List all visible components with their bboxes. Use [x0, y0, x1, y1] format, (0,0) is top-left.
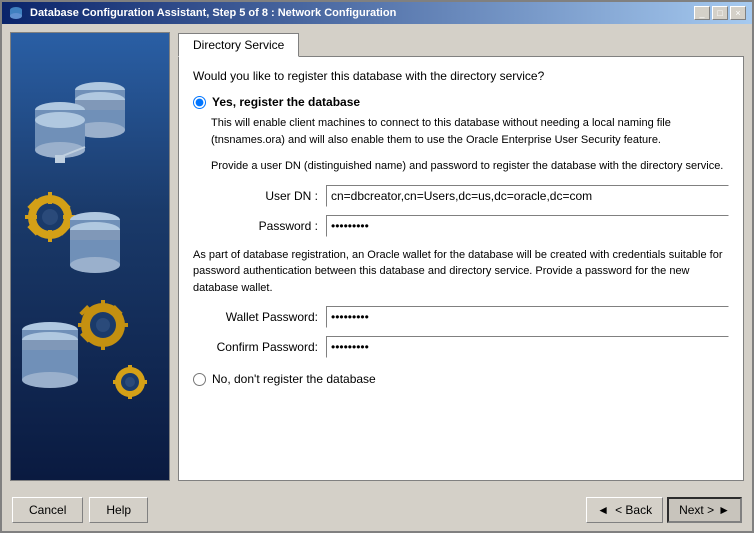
user-dn-input[interactable]	[326, 185, 729, 207]
description-dn: Provide a user DN (distinguished name) a…	[211, 158, 729, 175]
next-arrow-icon: ►	[718, 503, 730, 517]
confirm-password-label: Confirm Password:	[211, 340, 326, 354]
help-button[interactable]: Help	[89, 497, 148, 523]
radio-yes[interactable]	[193, 96, 206, 109]
bottom-bar: Cancel Help ◄ < Back Next > ►	[2, 489, 752, 531]
radio-no-option[interactable]: No, don't register the database	[193, 372, 729, 386]
question-text: Would you like to register this database…	[193, 69, 729, 83]
illustration	[15, 67, 165, 447]
next-button[interactable]: Next > ►	[667, 497, 742, 523]
right-panel: Directory Service Would you like to regi…	[178, 32, 744, 481]
close-button[interactable]: ×	[730, 6, 746, 20]
tab-content: Would you like to register this database…	[178, 56, 744, 481]
password-label: Password :	[211, 219, 326, 233]
app-icon	[8, 5, 24, 21]
confirm-password-row: Confirm Password:	[211, 336, 729, 358]
wallet-password-row: Wallet Password:	[211, 306, 729, 328]
user-dn-label: User DN :	[211, 189, 326, 203]
wallet-description: As part of database registration, an Ora…	[193, 247, 729, 297]
bottom-left-buttons: Cancel Help	[12, 497, 148, 523]
wallet-password-label: Wallet Password:	[211, 310, 326, 324]
user-dn-row: User DN :	[211, 185, 729, 207]
wallet-password-input[interactable]	[326, 306, 729, 328]
radio-no[interactable]	[193, 373, 206, 386]
title-text: Database Configuration Assistant, Step 5…	[8, 5, 396, 21]
tab-bar: Directory Service	[178, 32, 744, 56]
illustration-panel	[10, 32, 170, 481]
title-bar-controls: _ □ ×	[694, 6, 746, 20]
main-window: Database Configuration Assistant, Step 5…	[0, 0, 754, 533]
cancel-button[interactable]: Cancel	[12, 497, 83, 523]
confirm-password-input[interactable]	[326, 336, 729, 358]
radio-yes-option[interactable]: Yes, register the database	[193, 95, 729, 109]
description-yes: This will enable client machines to conn…	[211, 115, 729, 148]
back-button[interactable]: ◄ < Back	[586, 497, 663, 523]
title-bar: Database Configuration Assistant, Step 5…	[2, 2, 752, 24]
radio-yes-label[interactable]: Yes, register the database	[212, 95, 360, 109]
bottom-right-buttons: ◄ < Back Next > ►	[586, 497, 742, 523]
back-arrow-icon: ◄	[597, 503, 609, 517]
minimize-button[interactable]: _	[694, 6, 710, 20]
password-input[interactable]	[326, 215, 729, 237]
radio-no-label[interactable]: No, don't register the database	[212, 372, 376, 386]
maximize-button[interactable]: □	[712, 6, 728, 20]
tab-directory-service[interactable]: Directory Service	[178, 33, 299, 57]
password-row: Password :	[211, 215, 729, 237]
